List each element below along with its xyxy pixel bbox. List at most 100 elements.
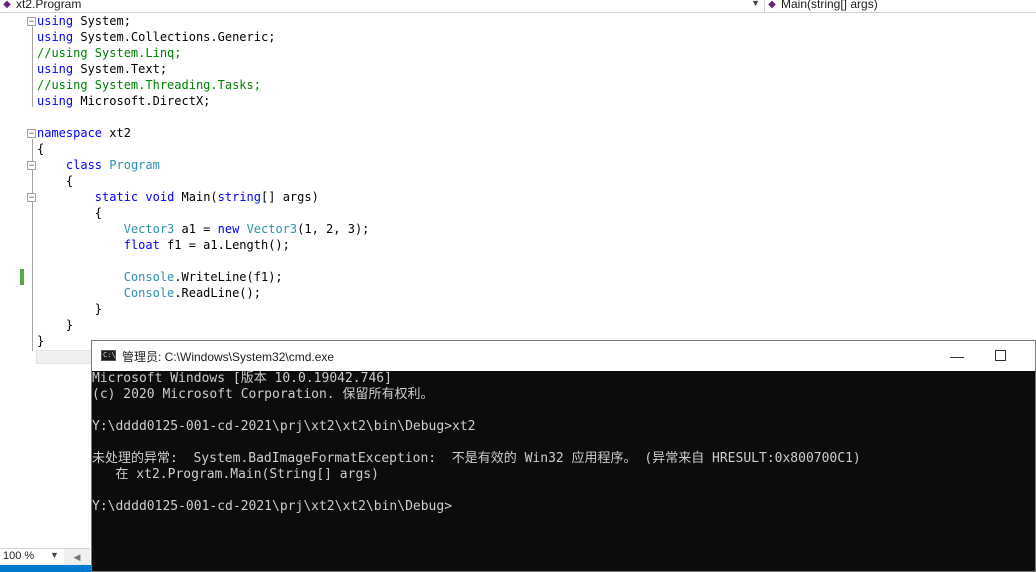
code-token: } [37,302,103,316]
code-token: System.Text; [73,62,168,76]
code-token: static [94,190,139,204]
code-token: //using System.Linq; [37,46,182,60]
code-token: void [145,190,175,204]
code-line[interactable]: using System.Collections.Generic; [37,29,369,45]
code-token: using [37,94,74,108]
code-token: string [217,190,262,204]
horizontal-scrollbar-track[interactable] [36,350,92,364]
code-token: (1, 2, 3); [297,222,370,236]
class-selector-dropdown[interactable]: ◆ xt2.Program ▼ [0,0,762,12]
code-line[interactable]: Console.WriteLine(f1); [37,269,369,285]
code-token: a1 = [174,222,218,236]
code-token: Console [123,286,175,300]
console-line: 未处理的异常: System.BadImageFormatException: … [92,451,861,466]
navigation-bar: ◆ xt2.Program ▼ ◆ Main(string[] args) [0,0,1036,13]
zoom-level[interactable]: 100 % [3,550,34,562]
collapse-usings-toggle[interactable]: − [27,17,36,27]
code-line[interactable]: //using System.Threading.Tasks; [37,77,369,93]
scroll-left-arrow-icon[interactable]: ◀ [64,549,90,565]
member-selector-dropdown[interactable]: ◆ Main(string[] args) [764,0,1036,12]
zoom-control[interactable]: 100 % ▼ ◀ [0,548,90,565]
code-text[interactable]: using System; using System.Collections.Ge… [37,13,369,349]
code-token: .WriteLine(f1); [174,270,283,284]
cmd-output[interactable]: Microsoft Windows [版本 10.0.19042.746] (c)… [92,371,1035,571]
code-token: using [37,62,74,76]
code-token: using [37,14,74,28]
outline-guide [32,23,33,107]
code-line[interactable]: using System; [37,13,369,29]
code-line[interactable]: static void Main(string[] args) [37,189,369,205]
code-token: Vector3 [123,222,175,236]
code-token: //using System.Threading.Tasks; [37,78,261,92]
code-line[interactable]: { [37,205,369,221]
console-line: 在 xt2.Program.Main(String[] args) [92,467,379,482]
code-token: f1 = a1.Length(); [159,238,290,252]
maximize-button[interactable] [982,341,1022,371]
code-token: System.Collections.Generic; [73,30,276,44]
cmd-titlebar[interactable]: C:\ 管理员: C:\Windows\System32\cmd.exe — [92,341,1035,371]
code-line[interactable]: using Microsoft.DirectX; [37,93,369,109]
code-line[interactable]: } [37,301,369,317]
code-line[interactable] [37,109,369,125]
code-token: .ReadLine(); [174,286,261,300]
code-token: [] args) [261,190,319,204]
collapse-namespace-toggle[interactable]: − [27,129,36,139]
code-line[interactable]: using System.Text; [37,61,369,77]
console-line: Y:\dddd0125-001-cd-2021\prj\xt2\xt2\bin\… [92,419,476,434]
code-line[interactable] [37,253,369,269]
cmd-window-title: 管理员: C:\Windows\System32\cmd.exe [122,350,335,364]
code-line[interactable]: Console.ReadLine(); [37,285,369,301]
code-token: Program [109,158,160,172]
code-token: class [65,158,103,172]
code-line[interactable]: } [37,317,369,333]
collapse-class-toggle[interactable]: − [27,161,36,171]
code-line[interactable]: float f1 = a1.Length(); [37,237,369,253]
code-token: } [37,318,74,332]
code-token: Vector3 [246,222,298,236]
console-line: Y:\dddd0125-001-cd-2021\prj\xt2\xt2\bin\… [92,499,453,514]
code-line[interactable]: { [37,173,369,189]
code-line[interactable]: class Program [37,157,369,173]
change-indicator [20,269,24,285]
status-bar [0,565,92,572]
chevron-down-icon[interactable]: ▼ [50,550,59,560]
code-line[interactable]: { [37,141,369,157]
code-token: using [37,30,74,44]
code-token: { [37,206,103,220]
code-token: Console [123,270,175,284]
class-icon: ◆ [3,0,11,10]
code-token: { [37,174,74,188]
cmd-app-icon: C:\ [101,350,116,361]
class-selector-label: xt2.Program [16,0,82,11]
code-line[interactable]: //using System.Linq; [37,45,369,61]
code-token: } [37,334,45,348]
code-line[interactable]: namespace xt2 [37,125,369,141]
code-token: Main( [174,190,218,204]
method-icon: ◆ [768,0,776,10]
collapse-method-toggle[interactable]: − [27,193,36,203]
code-line[interactable]: Vector3 a1 = new Vector3(1, 2, 3); [37,221,370,237]
chevron-down-icon[interactable]: ▼ [751,0,760,8]
code-token: float [123,238,160,252]
maximize-icon [995,350,1006,361]
code-token: { [37,142,45,156]
code-token: new [217,222,240,236]
code-token: xt2 [102,126,131,140]
code-token: namespace [37,126,103,140]
cmd-window[interactable]: C:\ 管理员: C:\Windows\System32\cmd.exe — M… [91,340,1036,572]
code-token: Microsoft.DirectX; [73,94,211,108]
member-selector-label: Main(string[] args) [781,0,878,11]
code-token: System; [73,14,131,28]
minimize-button[interactable]: — [937,341,977,371]
console-line: (c) 2020 Microsoft Corporation. 保留所有权利。 [92,387,434,402]
